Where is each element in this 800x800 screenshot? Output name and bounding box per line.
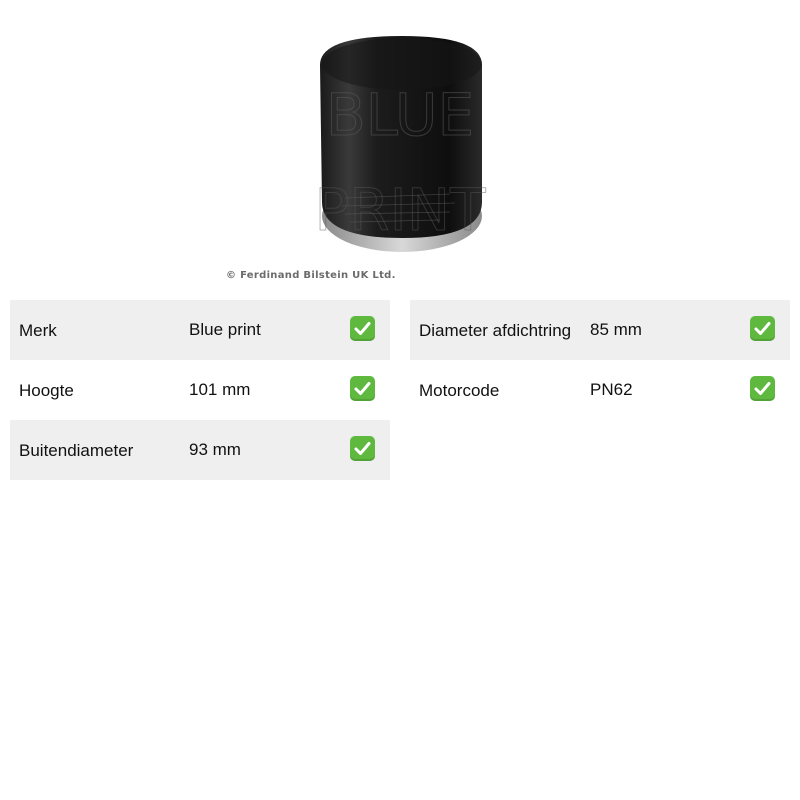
spec-label: Diameter afdichtring [419,321,572,340]
spec-row-hoogte: Hoogte 101 mm [10,360,390,420]
watermark-print: PRINT [314,176,486,244]
spec-label: Buitendiameter [19,441,134,460]
check-mark-button-icon [350,316,375,341]
spec-row-diameter-afdichtring: Diameter afdichtring 85 mm [410,300,790,360]
watermark-blue: BLUE [326,81,474,149]
spec-value: PN62 [590,380,633,399]
copyright-notice: © Ferdinand Bilstein UK Ltd. [226,270,396,281]
check-mark-button-icon [350,436,375,461]
spec-table-left: Merk Blue print Hoogte 101 mm Buitendiam… [10,300,390,480]
spec-value: 93 mm [189,440,241,459]
spec-label: Merk [19,321,57,340]
spec-row-buitendiameter: Buitendiameter 93 mm [10,420,390,480]
spec-value: 85 mm [590,320,642,339]
spec-label: Hoogte [19,381,74,400]
check-mark-button-icon [750,316,775,341]
spec-label: Motorcode [419,381,500,400]
check-mark-button-icon [350,376,375,401]
spec-row-motorcode: Motorcode PN62 [410,360,790,420]
spec-value: Blue print [189,320,261,339]
product-image: BLUE PRINT [300,20,500,260]
check-mark-button-icon [750,376,775,401]
spec-value: 101 mm [189,380,251,399]
spec-row-merk: Merk Blue print [10,300,390,360]
spec-table-right: Diameter afdichtring 85 mm Motorcode PN6… [410,300,790,420]
